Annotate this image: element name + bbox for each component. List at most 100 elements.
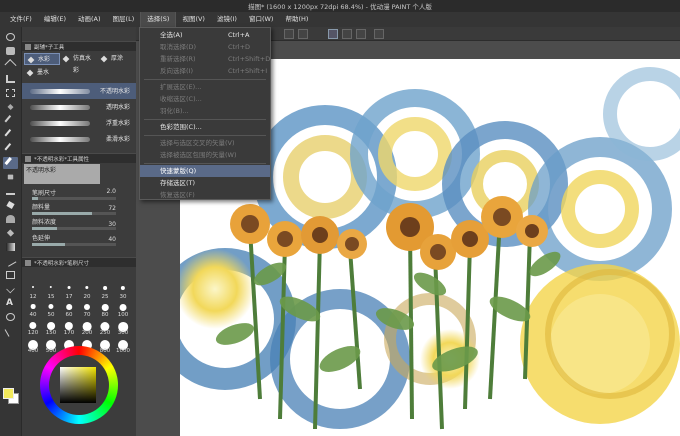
- grid-icon[interactable]: [284, 29, 294, 39]
- fill-tool-icon[interactable]: [3, 227, 18, 239]
- eyedropper-tool-icon[interactable]: [3, 115, 18, 127]
- operation-tool-icon[interactable]: [3, 73, 18, 85]
- menu-select-enclosed-vectors[interactable]: 选择被选区包围的矢量(W): [140, 149, 270, 161]
- brush-heavy-watercolor[interactable]: 浮重水彩: [22, 115, 136, 131]
- brush-size-option[interactable]: 40: [24, 300, 42, 318]
- subtool-panel-icon: [25, 44, 31, 50]
- brush-size-dot: [85, 286, 89, 290]
- snap-grid-icon[interactable]: [356, 29, 366, 39]
- brush-size-option[interactable]: 150: [42, 318, 60, 336]
- menu-restore-selection[interactable]: 恢复选区(F): [140, 189, 270, 201]
- brush-size-option[interactable]: 25: [96, 282, 114, 300]
- menu-select-intersecting-vectors[interactable]: 选择与选区交叉的矢量(V): [140, 137, 270, 149]
- brush-size-slider[interactable]: [32, 197, 116, 200]
- ruler-tool-icon[interactable]: [3, 283, 18, 295]
- menu-view[interactable]: 视图(V): [176, 12, 211, 27]
- eraser-tool-icon[interactable]: [3, 199, 18, 211]
- brush-size-option[interactable]: 20: [78, 282, 96, 300]
- menu-layer[interactable]: 图层(L): [107, 12, 141, 27]
- menu-quick-mask[interactable]: 快速蒙版(Q): [140, 165, 270, 177]
- menu-filter[interactable]: 滤镜(I): [211, 12, 243, 27]
- correction-tool-icon[interactable]: [3, 325, 18, 337]
- color-saturation-square[interactable]: [60, 367, 96, 403]
- title-bar: 描图* (1600 x 1200px 72dpi 68.4%) - 优动漫 PA…: [0, 0, 680, 12]
- brush-transparent-watercolor[interactable]: 透明水彩: [22, 99, 136, 115]
- brush-size-dot: [67, 286, 71, 289]
- brush-size-option[interactable]: 400: [24, 336, 42, 354]
- color-stretch-value[interactable]: 40: [102, 236, 116, 243]
- menu-feather[interactable]: 羽化(B)...: [140, 105, 270, 117]
- menu-edit[interactable]: 编辑(E): [38, 12, 72, 27]
- zoom-tool-icon[interactable]: [3, 31, 18, 43]
- ruler-icon[interactable]: [298, 29, 308, 39]
- menu-separator: [144, 163, 266, 164]
- brush-size-option[interactable]: 120: [24, 318, 42, 336]
- subtool-watercolor[interactable]: 水彩: [24, 53, 60, 65]
- text-tool-icon[interactable]: A: [3, 297, 18, 309]
- brush-icon: [27, 56, 35, 64]
- brush-size-option[interactable]: 70: [78, 300, 96, 318]
- brush-size-option[interactable]: 100: [114, 300, 132, 318]
- brush-size-option[interactable]: 17: [60, 282, 78, 300]
- menu-reselect[interactable]: 重新选择(R) Ctrl+Shift+D: [140, 53, 270, 65]
- brush-size-option[interactable]: 1000: [114, 336, 132, 354]
- menu-deselect[interactable]: 取消选择(D) Ctrl+D: [140, 41, 270, 53]
- selection-tool-icon[interactable]: [3, 87, 18, 99]
- brush-size-option[interactable]: 170: [60, 318, 78, 336]
- menu-select[interactable]: 选择(S): [140, 12, 177, 27]
- menu-store-selection[interactable]: 存储选区(T): [140, 177, 270, 189]
- paint-density-slider[interactable]: [32, 227, 116, 230]
- menu-window[interactable]: 窗口(W): [243, 12, 280, 27]
- brush-stroke-preview: [30, 89, 90, 94]
- brush-size-option[interactable]: 30: [114, 282, 132, 300]
- subtool-ink[interactable]: 墨水: [24, 67, 60, 79]
- brush-size-option[interactable]: 300: [114, 318, 132, 336]
- snap-ruler-icon[interactable]: [328, 29, 338, 39]
- brush-size-option[interactable]: 50: [42, 300, 60, 318]
- menu-invert-selection[interactable]: 反向选择(I) Ctrl+Shift+I: [140, 65, 270, 77]
- brush-size-option[interactable]: 60: [60, 300, 78, 318]
- paint-amount-value[interactable]: 72: [102, 205, 116, 212]
- color-stretch-slider[interactable]: [32, 243, 116, 246]
- menu-help[interactable]: 帮助(H): [279, 12, 314, 27]
- brush-size-option[interactable]: 15: [42, 282, 60, 300]
- airbrush-tool-icon[interactable]: [3, 171, 18, 183]
- decoration-tool-icon[interactable]: [3, 185, 18, 197]
- move-tool-icon[interactable]: [3, 58, 18, 72]
- subtool-panel-header[interactable]: 副辅*子工具: [22, 41, 136, 51]
- subtool-real-watercolor[interactable]: 仿真水彩: [60, 53, 96, 74]
- hand-tool-icon[interactable]: [3, 45, 18, 57]
- brush-tool-icon[interactable]: [3, 157, 18, 169]
- blend-tool-icon[interactable]: [3, 213, 18, 225]
- foreground-color-swatch[interactable]: [3, 388, 14, 399]
- figure-tool-icon[interactable]: [3, 255, 18, 267]
- snap-special-icon[interactable]: [342, 29, 352, 39]
- brush-size-value[interactable]: 2.0: [102, 188, 116, 195]
- brush-size-option[interactable]: 80: [96, 300, 114, 318]
- brush-size-panel-icon: [25, 260, 31, 266]
- frame-tool-icon[interactable]: [3, 269, 18, 281]
- menu-expand-selection[interactable]: 扩展选区(E)...: [140, 81, 270, 93]
- pen-tool-icon[interactable]: [3, 129, 18, 141]
- brush-size-option[interactable]: 12: [24, 282, 42, 300]
- brush-stroke-preview: [30, 137, 90, 142]
- menu-file[interactable]: 文件(F): [4, 12, 38, 27]
- paint-amount-slider[interactable]: [32, 212, 116, 215]
- menu-animation[interactable]: 动画(A): [72, 12, 107, 27]
- brush-opaque-watercolor[interactable]: 不透明水彩: [22, 83, 136, 99]
- brush-size-option[interactable]: 250: [96, 318, 114, 336]
- gradient-tool-icon[interactable]: [3, 241, 18, 253]
- left-panels: 副辅*子工具 水彩 仿真水彩 厚涂 墨水 不透明水彩 透明水彩 浮重水彩 柔滑水…: [22, 27, 136, 436]
- menu-color-range[interactable]: 色彩范围(C)...: [140, 121, 270, 133]
- help-icon[interactable]: [374, 29, 384, 39]
- tool-property-header[interactable]: *不透明水彩*工具属性: [22, 153, 136, 163]
- menu-shrink-selection[interactable]: 收缩选区(C)...: [140, 93, 270, 105]
- brush-smooth-watercolor[interactable]: 柔滑水彩: [22, 131, 136, 147]
- balloon-tool-icon[interactable]: [3, 311, 18, 323]
- subtool-thick-paint[interactable]: 厚涂: [98, 53, 134, 65]
- brush-size-panel-header[interactable]: *不透明水彩*笔刷尺寸: [22, 257, 136, 267]
- menu-select-all[interactable]: 全选(A) Ctrl+A: [140, 29, 270, 41]
- brush-size-option[interactable]: 200: [78, 318, 96, 336]
- pencil-tool-icon[interactable]: [3, 143, 18, 155]
- auto-select-icon[interactable]: [3, 101, 18, 113]
